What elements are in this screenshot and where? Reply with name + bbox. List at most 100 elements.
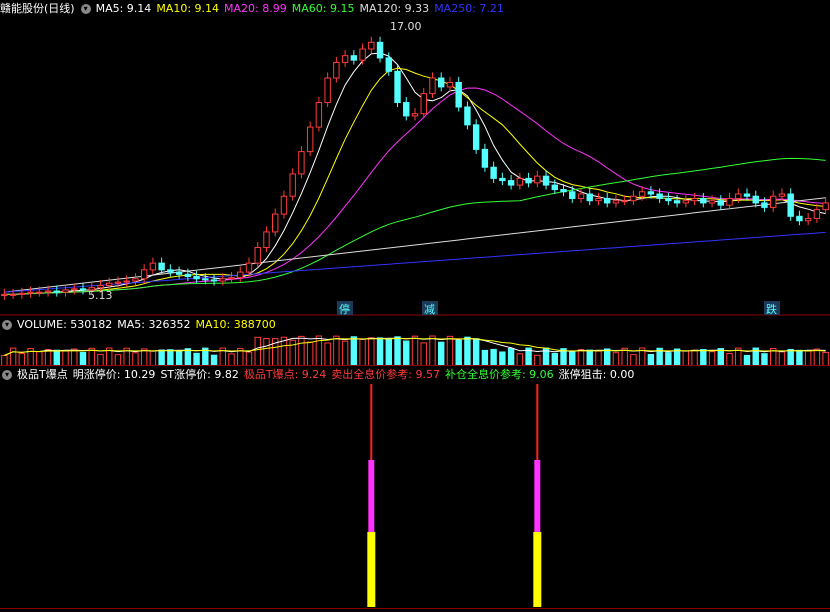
candle (36, 291, 43, 294)
low-label: 5.13 (88, 289, 113, 302)
candle (673, 200, 681, 204)
candle (219, 278, 226, 282)
candle (446, 81, 454, 88)
candle (263, 231, 270, 249)
volume-bar (691, 349, 698, 366)
price-chart: 17.00 5.13 停 减 跌 (0, 20, 830, 316)
volume-bar (210, 354, 218, 366)
candle (202, 278, 209, 281)
volume-label: VOLUME: 530182 (17, 318, 113, 331)
ma-label-0: MA5: 9.14 (95, 2, 152, 15)
candle (411, 113, 419, 117)
candle (9, 293, 17, 296)
volume-bar (778, 351, 786, 366)
candle (272, 213, 279, 233)
volume-bar (403, 340, 410, 366)
candle (350, 55, 358, 61)
candle (525, 177, 532, 184)
volume-bar (804, 350, 812, 366)
candle (534, 175, 541, 184)
candle (551, 184, 558, 191)
candle (438, 77, 445, 88)
volume-bar (394, 336, 401, 366)
volume-bar (1, 355, 8, 366)
volume-bar (472, 338, 480, 366)
candle (577, 193, 585, 199)
candle (455, 81, 462, 108)
candle (97, 284, 104, 289)
candle (770, 195, 777, 208)
volume-bar (306, 341, 314, 366)
volume-bar (97, 353, 104, 366)
volume-bar (726, 352, 733, 366)
volume-bar (184, 348, 192, 366)
candle (158, 262, 165, 271)
volume-bar (350, 336, 358, 366)
volume-bar (368, 337, 375, 366)
volume-bar (586, 349, 593, 366)
volume-bar (647, 353, 655, 366)
ma-label-5: MA250: 7.21 (434, 2, 504, 15)
volume-bar (36, 351, 43, 366)
candle (490, 166, 497, 179)
candle (822, 202, 829, 211)
candle (542, 175, 550, 186)
candle (621, 200, 628, 203)
volume-bar (708, 351, 716, 366)
volume-bar (569, 351, 576, 366)
indicator-item-0: 明涨停价: 10.29 (72, 368, 156, 381)
stock-title: 赣能股份(日线) (0, 2, 75, 15)
candle (499, 177, 506, 182)
candle (184, 273, 192, 278)
candle (44, 290, 52, 293)
volume-bar (411, 335, 419, 366)
volume-bar (167, 349, 174, 366)
volume-bar (298, 335, 305, 366)
volume-bar (158, 349, 165, 366)
collapse-icon[interactable]: ▾ (80, 4, 91, 14)
volume-bar (717, 348, 724, 366)
candle (682, 200, 690, 204)
collapse-icon[interactable]: ▾ (2, 370, 12, 380)
candle (726, 197, 733, 206)
ma60-line (4, 157, 826, 295)
candle (595, 197, 602, 202)
indicator-item-1: ST涨停价: 9.82 (160, 368, 239, 381)
volume-bar (787, 348, 794, 366)
volume-bar (263, 337, 270, 366)
candle (114, 281, 122, 284)
volume-bar (438, 341, 445, 366)
candle (647, 191, 655, 195)
candle (27, 291, 34, 294)
volume-bar (822, 351, 829, 366)
candle (333, 61, 340, 79)
candle (228, 277, 235, 280)
candle (140, 269, 148, 280)
volume-bar (507, 347, 515, 366)
ma250-line (4, 231, 826, 293)
volume-bar (79, 352, 87, 366)
volume-bar (9, 347, 17, 366)
indicator-legend: 明涨停价: 10.29 ST涨停价: 9.82 极品T爆点: 9.24 卖出全息价参考… (73, 368, 640, 381)
candle (368, 41, 375, 50)
candle (604, 197, 611, 204)
volume-bar (420, 342, 427, 366)
marker-1: 减 (424, 303, 435, 316)
candle (560, 189, 567, 193)
candle (62, 289, 69, 293)
collapse-icon[interactable]: ▾ (2, 320, 12, 330)
candle (385, 57, 392, 72)
candle (708, 200, 716, 204)
candle (420, 93, 427, 115)
indicator-chart (0, 384, 830, 609)
candle (254, 247, 261, 264)
volume-bar (551, 352, 558, 366)
volume-bar (796, 349, 803, 366)
indicator-header: ▾ 极品T爆点 明涨停价: 10.29 ST涨停价: 9.82 极品T爆点: 9.24 卖… (0, 367, 644, 383)
candle (245, 262, 253, 273)
candle (804, 218, 812, 222)
candle (289, 173, 296, 197)
volume-bar (429, 335, 436, 366)
candle (193, 276, 200, 280)
candle (341, 55, 349, 63)
